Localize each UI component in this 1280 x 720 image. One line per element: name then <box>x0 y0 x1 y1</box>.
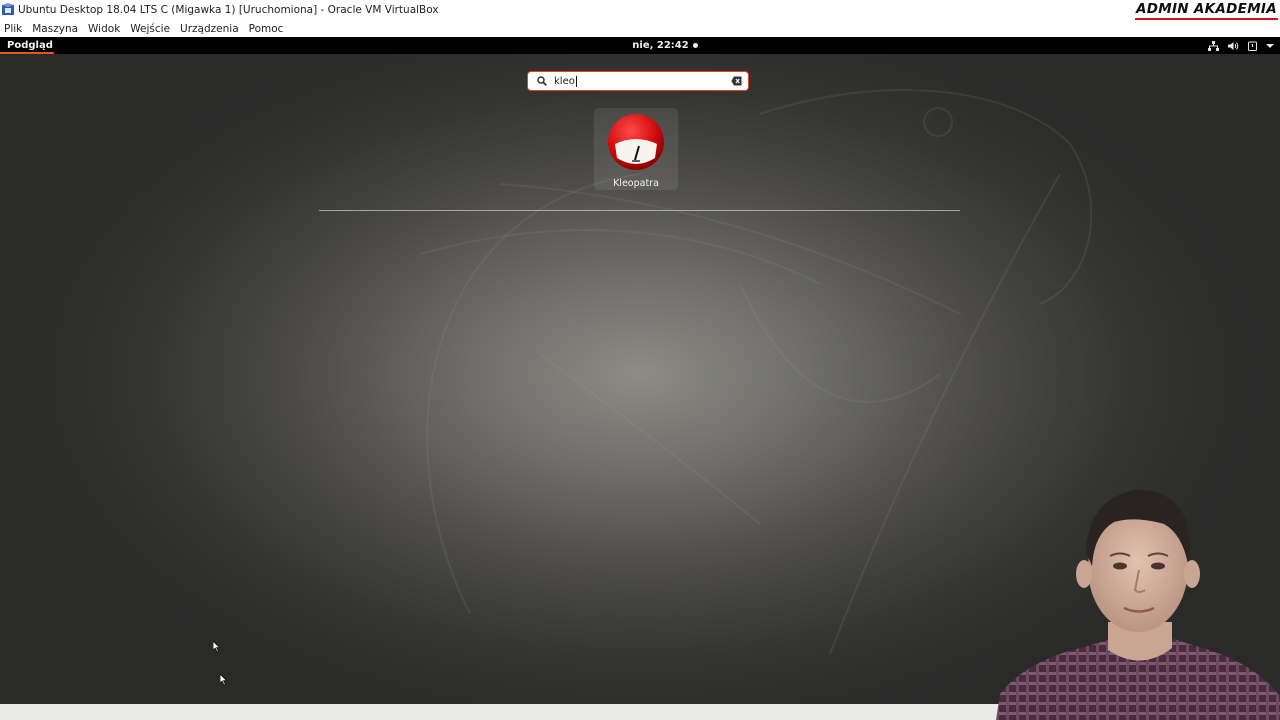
clock-text: nie, 22:42 <box>632 40 689 51</box>
app-result-kleopatra[interactable]: Kleopatra <box>594 108 678 190</box>
menu-maszyna[interactable]: Maszyna <box>27 23 83 35</box>
virtualbox-icon <box>2 3 14 15</box>
search-icon <box>537 76 547 86</box>
power-icon <box>1248 41 1257 51</box>
notification-dot <box>692 43 698 48</box>
menu-plik[interactable]: Plik <box>0 23 27 35</box>
menu-pomoc[interactable]: Pomoc <box>244 23 289 35</box>
clock[interactable]: nie, 22:42 <box>0 37 1280 54</box>
brand-logo: ADMIN AKADEMIA <box>1135 1 1278 20</box>
menu-urzadzenia[interactable]: Urządzenia <box>175 23 244 35</box>
presenter-webcam-overlay <box>996 482 1280 720</box>
host-menubar: Plik Maszyna Widok Wejście Urządzenia Po… <box>0 20 1280 37</box>
results-separator <box>319 210 960 211</box>
chevron-down-icon <box>1266 43 1274 48</box>
app-label: Kleopatra <box>613 178 659 189</box>
text-caret <box>576 76 577 87</box>
system-tray[interactable] <box>1208 37 1274 54</box>
host-titlebar: Ubuntu Desktop 18.04 LTS C (Migawka 1) [… <box>0 0 1280 20</box>
mouse-pointer-icon <box>213 641 221 653</box>
gnome-top-bar: Podgląd nie, 22:42 <box>0 37 1280 54</box>
mouse-pointer-icon <box>220 674 228 686</box>
search-field[interactable] <box>527 71 749 91</box>
kleopatra-icon <box>608 114 664 170</box>
menu-wejscie[interactable]: Wejście <box>125 23 175 35</box>
window-title: Ubuntu Desktop 18.04 LTS C (Migawka 1) [… <box>18 4 439 16</box>
menu-widok[interactable]: Widok <box>83 23 125 35</box>
search-input[interactable] <box>554 74 730 88</box>
clear-search-icon[interactable] <box>731 76 742 86</box>
volume-icon <box>1228 41 1239 50</box>
network-icon <box>1208 40 1219 51</box>
presenter-image <box>996 489 1280 720</box>
